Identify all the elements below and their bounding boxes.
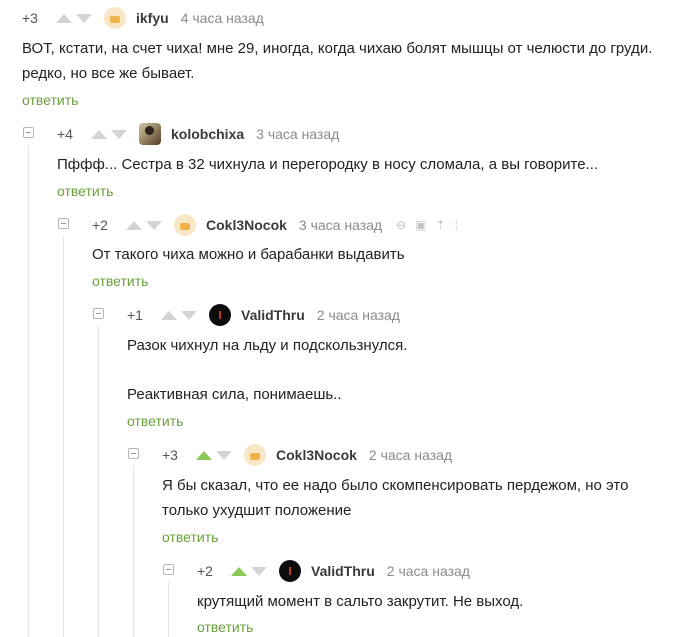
default-avatar[interactable] — [244, 444, 266, 466]
comment-rating: +2 — [92, 217, 108, 233]
link-icon[interactable]: ⊖ — [396, 218, 406, 232]
share-icon[interactable]: ⇡ — [436, 218, 446, 232]
comment-time[interactable]: 3 часа назад — [256, 126, 339, 142]
downvote-icon[interactable] — [146, 220, 162, 230]
comment-text-line-2: Реактивная сила, понимаешь.. — [127, 386, 342, 403]
reply-button[interactable]: ответить — [22, 92, 78, 108]
default-avatar[interactable] — [174, 214, 196, 236]
upvote-icon[interactable] — [56, 13, 72, 23]
comment-author[interactable]: ValidThru — [311, 563, 375, 579]
comment-rating: +3 — [22, 10, 38, 26]
upvote-icon[interactable] — [91, 129, 107, 139]
comment-text: Я бы сказал, что ее надо было скомпенсир… — [162, 477, 629, 519]
comment-text: крутящий момент в сальто закрутит. Не вы… — [197, 593, 524, 610]
thread-line — [98, 326, 99, 637]
comment-rating: +2 — [197, 563, 213, 579]
comment-time[interactable]: 4 часа назад — [181, 10, 264, 26]
comment-text: Пффф... Сестра в 32 чихнула и перегородк… — [57, 156, 599, 173]
upvote-icon[interactable] — [161, 310, 177, 320]
comment-time[interactable]: 3 часа назад — [299, 217, 382, 233]
reply-button[interactable]: ответить — [92, 273, 148, 289]
more-icon[interactable]: ⁞ — [455, 218, 458, 232]
comment-author[interactable]: Cokl3Nocok — [276, 447, 357, 463]
comment-text: От такого чиха можно и барабанки выдавит… — [92, 246, 405, 263]
reply-button[interactable]: ответить — [127, 413, 183, 429]
comment-header: +2 ValidThru 2 часа назад — [197, 559, 470, 583]
comment-text-line-1: Разок чихнул на льду и подскользнулся. — [127, 337, 408, 354]
comment-text: ВОТ, кстати, на счет чиха! мне 29, иногд… — [22, 40, 653, 82]
comment-time[interactable]: 2 часа назад — [369, 447, 452, 463]
upvote-icon[interactable] — [231, 566, 247, 576]
dark-avatar[interactable] — [209, 304, 231, 326]
comment-author[interactable]: Cokl3Nocok — [206, 217, 287, 233]
comment-tools: ⊖ ▣ ⇡ ⁞ — [396, 218, 458, 232]
reply-button[interactable]: ответить — [162, 529, 218, 545]
comment-header: +4 kolobchixa 3 часа назад — [57, 122, 339, 146]
downvote-icon[interactable] — [251, 566, 267, 576]
comment-rating: +4 — [57, 126, 73, 142]
photo-avatar[interactable] — [139, 123, 161, 145]
comment-header: +1 ValidThru 2 часа назад — [127, 303, 400, 327]
thread-line — [133, 466, 134, 637]
comment-rating: +3 — [162, 447, 178, 463]
collapse-button[interactable] — [128, 448, 139, 459]
comment-time[interactable]: 2 часа назад — [317, 307, 400, 323]
comment-header: +3 Cokl3Nocok 2 часа назад — [162, 443, 452, 467]
default-avatar[interactable] — [104, 7, 126, 29]
reply-button[interactable]: ответить — [197, 619, 253, 635]
comment-author[interactable]: kolobchixa — [171, 126, 244, 142]
dark-avatar[interactable] — [279, 560, 301, 582]
thread-line — [28, 146, 29, 637]
comment-header: +3 ikfyu 4 часа назад — [22, 6, 264, 30]
comment-author[interactable]: ValidThru — [241, 307, 305, 323]
upvote-icon[interactable] — [126, 220, 142, 230]
reply-button[interactable]: ответить — [57, 183, 113, 199]
collapse-button[interactable] — [23, 127, 34, 138]
collapse-button[interactable] — [163, 564, 174, 575]
downvote-icon[interactable] — [76, 13, 92, 23]
thread-line — [63, 236, 64, 637]
thread-line — [168, 582, 169, 637]
collapse-button[interactable] — [58, 218, 69, 229]
comment-rating: +1 — [127, 307, 143, 323]
comment-author[interactable]: ikfyu — [136, 10, 169, 26]
downvote-icon[interactable] — [181, 310, 197, 320]
downvote-icon[interactable] — [111, 129, 127, 139]
comment-header: +2 Cokl3Nocok 3 часа назад ⊖ ▣ ⇡ ⁞ — [92, 213, 458, 237]
collapse-button[interactable] — [93, 308, 104, 319]
comment-time[interactable]: 2 часа назад — [387, 563, 470, 579]
downvote-icon[interactable] — [216, 450, 232, 460]
upvote-icon[interactable] — [196, 450, 212, 460]
save-icon[interactable]: ▣ — [415, 218, 426, 232]
